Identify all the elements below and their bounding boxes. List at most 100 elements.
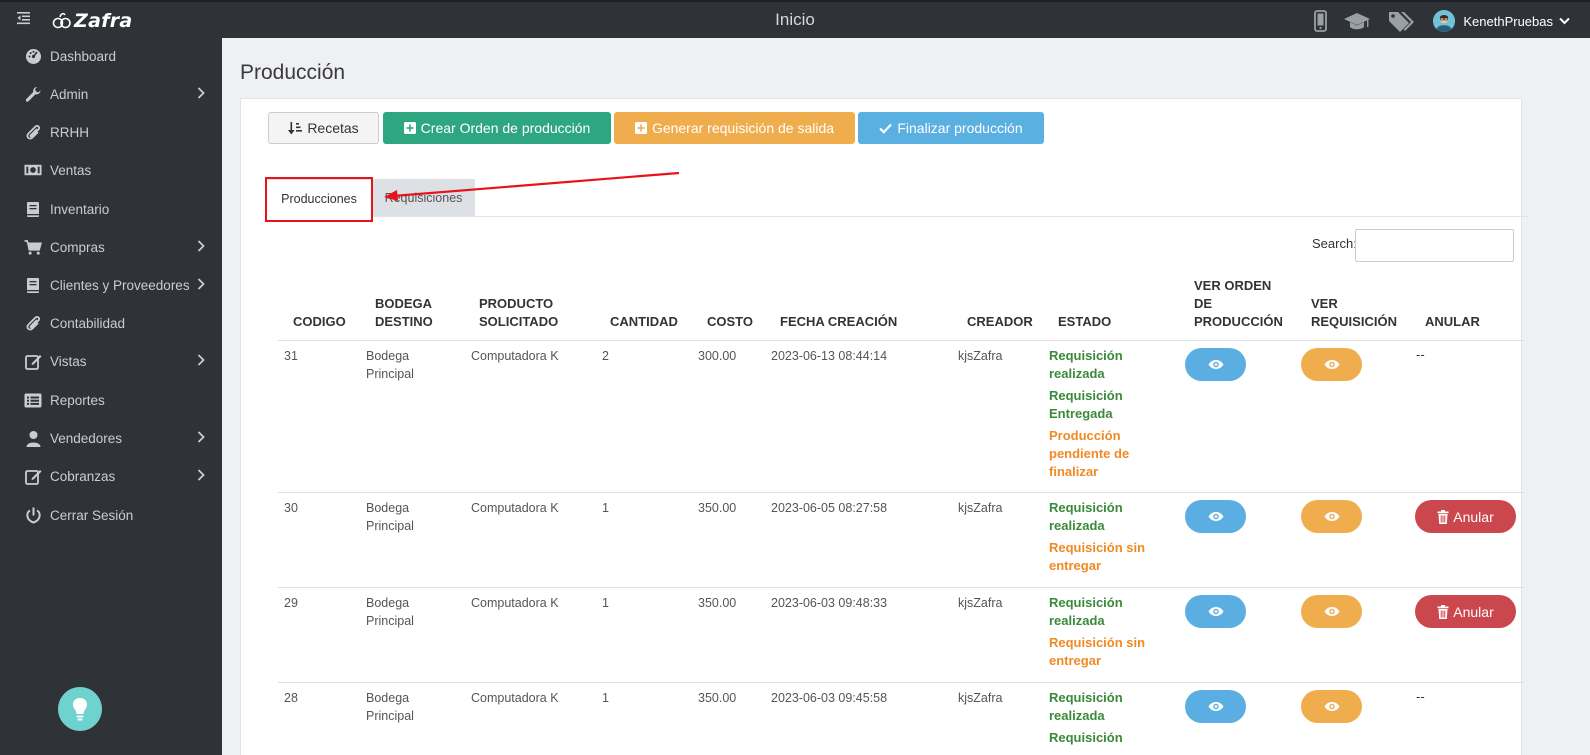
status-line: Requisición — [1049, 348, 1123, 363]
view-requisition-button[interactable] — [1301, 500, 1362, 533]
view-requisition-button[interactable] — [1301, 690, 1362, 723]
book-icon — [24, 276, 42, 294]
eye-icon — [1208, 702, 1223, 711]
header-ver-orden[interactable]: VER ORDEN DE PRODUCCIÓN — [1194, 277, 1283, 331]
header-line: BODEGA — [375, 296, 433, 311]
table-row: 30 Bodega Principal Computadora K 1 350.0… — [278, 493, 1524, 588]
status-line: Requisición — [1049, 690, 1123, 705]
cell-costo: 350.00 — [698, 691, 737, 705]
sidebar-item-vendedores[interactable]: Vendedores — [0, 423, 222, 453]
anular-button[interactable]: Anular — [1415, 500, 1516, 533]
header-line: VER ORDEN — [1194, 278, 1272, 293]
cell-codigo: 29 — [284, 596, 298, 610]
graduation-cap-icon[interactable] — [1343, 11, 1371, 31]
edit-icon — [24, 352, 42, 370]
status-line: entregar — [1049, 653, 1102, 668]
sidebar-item-admin[interactable]: Admin — [0, 79, 222, 109]
table-row: 31 Bodega Principal Computadora K 2 300.0… — [278, 341, 1524, 493]
view-order-button[interactable] — [1185, 595, 1246, 628]
sidebar-item-compras[interactable]: Compras — [0, 232, 222, 262]
tab-producciones[interactable]: Producciones — [266, 179, 372, 217]
chevron-right-icon — [197, 431, 205, 443]
status-line: finalizar — [1049, 464, 1099, 479]
header-anular[interactable]: ANULAR — [1425, 313, 1480, 331]
sidebar-item-label: Compras — [50, 239, 105, 255]
view-order-button[interactable] — [1185, 690, 1246, 723]
cell-fecha: 2023-06-03 09:48:33 — [771, 596, 888, 610]
cell-bodega: Bodega Principal — [366, 689, 414, 725]
table-row: 28 Bodega Principal Computadora K 1 350.0… — [278, 683, 1524, 755]
edit-icon — [24, 467, 42, 485]
trash-icon — [1437, 604, 1449, 619]
cell-costo: 300.00 — [698, 349, 737, 363]
header-line: PRODUCCIÓN — [1194, 314, 1283, 329]
cell-costo: 350.00 — [698, 501, 737, 515]
status-line: Requisición sin — [1049, 635, 1146, 650]
sidebar-item-cerrar-sesion[interactable]: Cerrar Sesión — [0, 500, 222, 530]
sidebar-item-contabilidad[interactable]: Contabilidad — [0, 308, 222, 338]
view-requisition-button[interactable] — [1301, 595, 1362, 628]
sidebar-item-label: Cerrar Sesión — [50, 507, 134, 523]
trash-icon — [1437, 509, 1449, 524]
header-ver-requisicion[interactable]: VER REQUISICIÓN — [1311, 295, 1397, 331]
anular-button[interactable]: Anular — [1415, 595, 1516, 628]
eye-icon — [1208, 360, 1223, 369]
cart-icon — [24, 238, 42, 256]
mobile-icon[interactable] — [1314, 10, 1328, 32]
crear-orden-button[interactable]: Crear Orden de producción — [383, 112, 611, 144]
cell-estado: Requisición realizada Requisición Entregad… — [1049, 347, 1129, 485]
finalizar-produccion-button[interactable]: Finalizar producción — [858, 112, 1044, 144]
sidebar-item-ventas[interactable]: Ventas — [0, 155, 222, 185]
view-order-button[interactable] — [1185, 500, 1246, 533]
sidebar-item-vistas[interactable]: Vistas — [0, 346, 222, 376]
sidebar-item-inventario[interactable]: Inventario — [0, 194, 222, 224]
cell-codigo: 31 — [284, 349, 298, 363]
plus-square-icon — [634, 122, 647, 134]
header-fecha[interactable]: FECHA CREACIÓN — [780, 313, 897, 331]
sidebar-item-label: Reportes — [50, 392, 105, 408]
status-badge: Requisición realizada — [1049, 594, 1145, 630]
header-line: SOLICITADO — [479, 314, 559, 329]
header-bodega[interactable]: BODEGA DESTINO — [375, 295, 433, 331]
recetas-button[interactable]: Recetas — [268, 112, 379, 144]
chevron-right-icon — [197, 87, 205, 99]
cell-line: Bodega — [366, 501, 410, 515]
header-line: VER — [1311, 296, 1338, 311]
status-badge: Producción pendiente de finalizar — [1049, 427, 1129, 481]
status-line: entregar — [1049, 558, 1102, 573]
status-badge: Requisición realizada — [1049, 347, 1129, 383]
generar-requisicion-button[interactable]: Generar requisición de salida — [614, 112, 855, 144]
lightbulb-icon — [72, 698, 88, 721]
sidebar-item-reportes[interactable]: Reportes — [0, 385, 222, 415]
cell-estado: Requisición realizada Requisición — [1049, 689, 1123, 751]
sidebar-item-label: Inventario — [50, 201, 110, 217]
sidebar-item-clientes-proveedores[interactable]: Clientes y Proveedores — [0, 270, 222, 300]
header-estado[interactable]: ESTADO — [1058, 313, 1111, 331]
view-order-button[interactable] — [1185, 348, 1246, 381]
header-cantidad[interactable]: CANTIDAD — [610, 313, 678, 331]
cell-creador: kjsZafra — [958, 596, 1003, 610]
header-costo[interactable]: COSTO — [707, 313, 753, 331]
eye-icon — [1324, 702, 1339, 711]
header-producto[interactable]: PRODUCTO SOLICITADO — [479, 295, 558, 331]
wrench-icon — [24, 85, 42, 103]
sidebar-item-dashboard[interactable]: Dashboard — [0, 41, 222, 71]
search-input[interactable] — [1355, 229, 1514, 262]
header-creador[interactable]: CREADOR — [967, 313, 1033, 331]
cell-fecha: 2023-06-13 08:44:14 — [771, 349, 888, 363]
avatar[interactable] — [1433, 10, 1456, 32]
cell-bodega: Bodega Principal — [366, 499, 414, 535]
help-button[interactable] — [58, 687, 102, 731]
tab-requisiciones[interactable]: Requisiciones — [372, 179, 475, 216]
chevron-down-icon[interactable] — [1559, 17, 1570, 25]
user-name[interactable]: KenethPruebas — [1463, 14, 1553, 29]
tags-icon[interactable] — [1387, 10, 1415, 32]
sidebar-item-cobranzas[interactable]: Cobranzas — [0, 461, 222, 491]
header-codigo[interactable]: CODIGO — [293, 313, 346, 331]
sidebar-item-rrhh[interactable]: RRHH — [0, 117, 222, 147]
sidebar-item-label: RRHH — [50, 124, 89, 140]
sidebar: Dashboard Admin RRHH Ventas Inventario C… — [0, 38, 222, 755]
view-requisition-button[interactable] — [1301, 348, 1362, 381]
cell-line: Bodega — [366, 596, 410, 610]
status-badge: Requisición sin entregar — [1049, 539, 1145, 575]
